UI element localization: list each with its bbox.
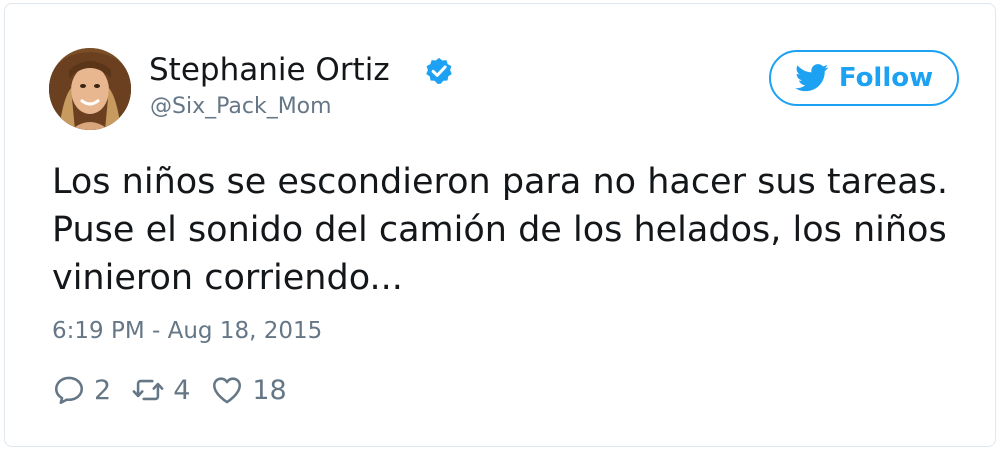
tweet-text-line: Los niños se escondieron para no hacer s… xyxy=(52,162,949,202)
author-handle[interactable]: @Six_Pack_Mom xyxy=(150,94,332,119)
tweet-timestamp[interactable]: 6:19 PM - Aug 18, 2015 xyxy=(52,318,322,344)
retweet-button[interactable]: 4 xyxy=(131,373,190,407)
twitter-bird-icon xyxy=(795,64,829,92)
tweet-text-line: Puse el sonido del camión de los helados… xyxy=(52,210,947,250)
follow-button[interactable]: Follow xyxy=(769,50,959,106)
reply-button[interactable]: 2 xyxy=(52,373,111,407)
reply-count: 2 xyxy=(94,374,112,406)
tweet-text: Los niños se escondieron para no hacer s… xyxy=(52,158,972,302)
heart-icon xyxy=(213,377,242,404)
retweet-count: 4 xyxy=(173,374,191,406)
reply-icon xyxy=(54,376,84,405)
author-name[interactable]: Stephanie Ortiz xyxy=(149,52,390,88)
retweet-icon xyxy=(132,379,164,401)
like-count: 18 xyxy=(252,374,287,406)
avatar[interactable] xyxy=(49,48,131,130)
follow-label: Follow xyxy=(838,63,934,93)
avatar-image xyxy=(49,48,131,130)
tweet-card: Stephanie Ortiz @Six_Pack_Mom Follow Los… xyxy=(4,3,996,447)
tweet-text-line: vinieron corriendo... xyxy=(52,258,403,298)
like-button[interactable]: 18 xyxy=(210,373,287,407)
verified-badge-icon xyxy=(426,57,452,84)
tweet-actions: 2 4 18 xyxy=(52,370,307,410)
